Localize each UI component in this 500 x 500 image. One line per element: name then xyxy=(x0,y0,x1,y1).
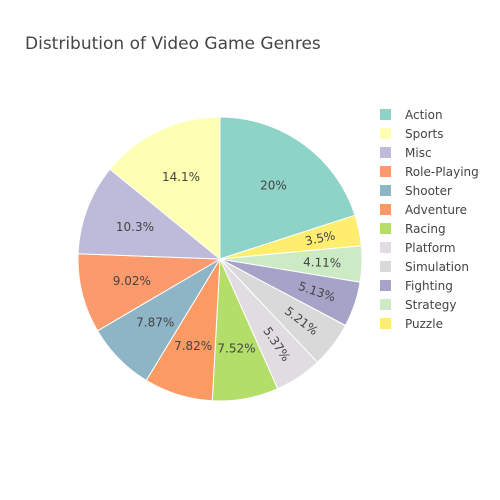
legend-item-strategy[interactable]: Strategy xyxy=(380,295,479,314)
legend-label: Role-Playing xyxy=(405,164,479,179)
legend-label: Puzzle xyxy=(405,316,443,331)
legend-label: Shooter xyxy=(405,183,452,198)
legend-swatch xyxy=(380,280,391,291)
legend-item-action[interactable]: Action xyxy=(380,105,479,124)
legend-item-shooter[interactable]: Shooter xyxy=(380,181,479,200)
legend-swatch xyxy=(380,318,391,329)
legend-label: Simulation xyxy=(405,259,469,274)
legend-item-fighting[interactable]: Fighting xyxy=(380,276,479,295)
legend-swatch xyxy=(380,223,391,234)
legend-label: Action xyxy=(405,107,443,122)
pie-label-adventure: 7.82% xyxy=(174,339,212,353)
pie-label-shooter: 7.87% xyxy=(136,316,174,330)
legend-swatch xyxy=(380,185,391,196)
pie-label-strategy: 4.11% xyxy=(303,255,342,270)
chart: Distribution of Video Game Genres 20% 3.5… xyxy=(0,0,500,500)
legend-item-racing[interactable]: Racing xyxy=(380,219,479,238)
legend-swatch xyxy=(380,109,391,120)
pie-label-role-playing: 9.02% xyxy=(113,274,151,288)
legend-item-misc[interactable]: Misc xyxy=(380,143,479,162)
legend-label: Sports xyxy=(405,126,444,141)
pie-label-sports: 14.1% xyxy=(162,170,200,184)
legend-label: Misc xyxy=(405,145,432,160)
legend-label: Strategy xyxy=(405,297,457,312)
legend-item-platform[interactable]: Platform xyxy=(380,238,479,257)
legend-label: Adventure xyxy=(405,202,468,217)
legend-swatch xyxy=(380,261,391,272)
legend-swatch xyxy=(380,242,391,253)
legend-label: Platform xyxy=(405,240,456,255)
legend-item-simulation[interactable]: Simulation xyxy=(380,257,479,276)
pie-label-action: 20% xyxy=(260,178,287,192)
legend-swatch xyxy=(380,166,391,177)
legend-swatch xyxy=(380,147,391,158)
legend-swatch xyxy=(380,128,391,139)
legend-label: Racing xyxy=(405,221,446,236)
legend-swatch xyxy=(380,299,391,310)
legend-item-adventure[interactable]: Adventure xyxy=(380,200,479,219)
legend-label: Fighting xyxy=(405,278,453,293)
legend-item-puzzle[interactable]: Puzzle xyxy=(380,314,479,333)
legend-item-role-playing[interactable]: Role-Playing xyxy=(380,162,479,181)
pie-label-misc: 10.3% xyxy=(116,220,154,234)
legend-swatch xyxy=(380,204,391,215)
pie-label-racing: 7.52% xyxy=(217,341,255,355)
legend: Action Sports Misc Role-Playing Shooter Adven… xyxy=(380,105,479,333)
legend-item-sports[interactable]: Sports xyxy=(380,124,479,143)
